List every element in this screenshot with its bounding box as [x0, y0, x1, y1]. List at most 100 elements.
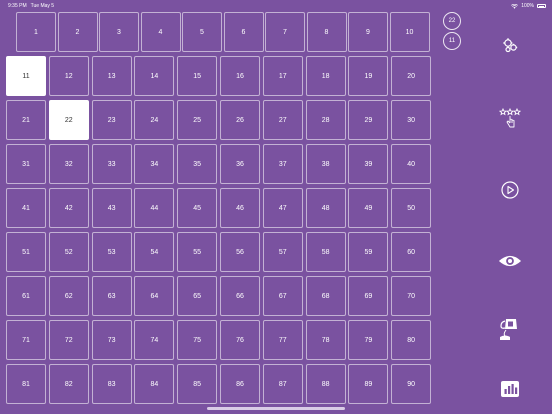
- number-cell-74[interactable]: 74: [134, 320, 175, 360]
- number-cell-20[interactable]: 20: [391, 56, 432, 96]
- number-cell-85[interactable]: 85: [177, 364, 218, 404]
- number-cell-90[interactable]: 90: [391, 364, 432, 404]
- number-cell-5[interactable]: 5: [182, 12, 222, 52]
- number-cell-17[interactable]: 17: [262, 56, 303, 96]
- number-cell-49[interactable]: 49: [348, 188, 389, 228]
- number-cell-29[interactable]: 29: [348, 100, 389, 140]
- number-cell-11[interactable]: 11: [6, 56, 46, 96]
- number-cell-65[interactable]: 65: [177, 276, 218, 316]
- number-cell-71[interactable]: 71: [6, 320, 46, 360]
- number-cell-33[interactable]: 33: [91, 144, 132, 184]
- number-cell-76[interactable]: 76: [220, 320, 260, 360]
- number-cell-24[interactable]: 24: [134, 100, 175, 140]
- number-cell-48[interactable]: 48: [305, 188, 346, 228]
- number-cell-16[interactable]: 16: [220, 56, 260, 96]
- number-cell-31[interactable]: 31: [6, 144, 46, 184]
- pour-icon[interactable]: [497, 317, 521, 341]
- number-cell-68[interactable]: 68: [305, 276, 346, 316]
- number-cell-2[interactable]: 2: [57, 12, 98, 52]
- number-cell-87[interactable]: 87: [262, 364, 303, 404]
- number-cell-89[interactable]: 89: [348, 364, 389, 404]
- number-cell-61[interactable]: 61: [6, 276, 46, 316]
- number-cell-72[interactable]: 72: [48, 320, 89, 360]
- number-cell-3[interactable]: 3: [99, 12, 139, 52]
- number-cell-18[interactable]: 18: [305, 56, 346, 96]
- wifi-icon: [511, 3, 519, 9]
- number-cell-41[interactable]: 41: [6, 188, 46, 228]
- number-cell-67[interactable]: 67: [262, 276, 303, 316]
- number-cell-80[interactable]: 80: [391, 320, 432, 360]
- tap-stars-icon[interactable]: [498, 106, 522, 130]
- number-cell-12[interactable]: 12: [48, 56, 89, 96]
- number-cell-58[interactable]: 58: [305, 232, 346, 272]
- number-cell-10[interactable]: 10: [389, 12, 430, 52]
- number-cell-62[interactable]: 62: [48, 276, 89, 316]
- recent-call-2[interactable]: 11: [443, 32, 461, 50]
- number-cell-70[interactable]: 70: [391, 276, 432, 316]
- number-cell-32[interactable]: 32: [48, 144, 89, 184]
- number-cell-51[interactable]: 51: [6, 232, 46, 272]
- number-cell-60[interactable]: 60: [391, 232, 432, 272]
- number-cell-81[interactable]: 81: [6, 364, 46, 404]
- number-cell-46[interactable]: 46: [220, 188, 260, 228]
- number-cell-53[interactable]: 53: [91, 232, 132, 272]
- number-cell-82[interactable]: 82: [48, 364, 89, 404]
- number-cell-47[interactable]: 47: [262, 188, 303, 228]
- number-cell-27[interactable]: 27: [262, 100, 303, 140]
- home-indicator: [207, 407, 345, 410]
- number-cell-57[interactable]: 57: [262, 232, 303, 272]
- number-cell-28[interactable]: 28: [305, 100, 346, 140]
- number-cell-21[interactable]: 21: [6, 100, 46, 140]
- number-cell-26[interactable]: 26: [220, 100, 260, 140]
- number-cell-1[interactable]: 1: [16, 12, 56, 52]
- number-cell-52[interactable]: 52: [48, 232, 89, 272]
- number-cell-4[interactable]: 4: [140, 12, 181, 52]
- number-cell-8[interactable]: 8: [306, 12, 347, 52]
- number-cell-86[interactable]: 86: [220, 364, 260, 404]
- number-cell-43[interactable]: 43: [91, 188, 132, 228]
- number-cell-45[interactable]: 45: [177, 188, 218, 228]
- number-cell-25[interactable]: 25: [177, 100, 218, 140]
- chart-icon[interactable]: [498, 377, 522, 401]
- number-cell-44[interactable]: 44: [134, 188, 175, 228]
- number-cell-37[interactable]: 37: [262, 144, 303, 184]
- number-cell-69[interactable]: 69: [348, 276, 389, 316]
- number-cell-42[interactable]: 42: [48, 188, 89, 228]
- number-cell-14[interactable]: 14: [134, 56, 175, 96]
- number-cell-59[interactable]: 59: [348, 232, 389, 272]
- number-cell-7[interactable]: 7: [265, 12, 305, 52]
- number-cell-34[interactable]: 34: [134, 144, 175, 184]
- number-cell-30[interactable]: 30: [391, 100, 432, 140]
- number-cell-50[interactable]: 50: [391, 188, 432, 228]
- number-cell-22[interactable]: 22: [48, 100, 89, 140]
- number-cell-35[interactable]: 35: [177, 144, 218, 184]
- number-cell-88[interactable]: 88: [305, 364, 346, 404]
- number-cell-36[interactable]: 36: [220, 144, 260, 184]
- eye-icon[interactable]: [498, 249, 522, 273]
- number-cell-83[interactable]: 83: [91, 364, 132, 404]
- number-cell-23[interactable]: 23: [91, 100, 132, 140]
- number-cell-13[interactable]: 13: [91, 56, 132, 96]
- number-cell-9[interactable]: 9: [348, 12, 388, 52]
- number-cell-39[interactable]: 39: [348, 144, 389, 184]
- number-cell-15[interactable]: 15: [177, 56, 218, 96]
- number-cell-56[interactable]: 56: [220, 232, 260, 272]
- number-cell-75[interactable]: 75: [177, 320, 218, 360]
- number-cell-54[interactable]: 54: [134, 232, 175, 272]
- number-cell-84[interactable]: 84: [134, 364, 175, 404]
- recent-call-1[interactable]: 22: [443, 12, 461, 30]
- number-cell-66[interactable]: 66: [220, 276, 260, 316]
- number-cell-6[interactable]: 6: [223, 12, 264, 52]
- number-cell-55[interactable]: 55: [177, 232, 218, 272]
- number-cell-78[interactable]: 78: [305, 320, 346, 360]
- number-cell-73[interactable]: 73: [91, 320, 132, 360]
- number-cell-38[interactable]: 38: [305, 144, 346, 184]
- number-cell-40[interactable]: 40: [391, 144, 432, 184]
- play-icon[interactable]: [498, 178, 522, 202]
- number-cell-79[interactable]: 79: [348, 320, 389, 360]
- number-cell-19[interactable]: 19: [348, 56, 389, 96]
- number-cell-77[interactable]: 77: [262, 320, 303, 360]
- number-cell-63[interactable]: 63: [91, 276, 132, 316]
- settings-gears-icon[interactable]: [498, 33, 522, 57]
- number-cell-64[interactable]: 64: [134, 276, 175, 316]
